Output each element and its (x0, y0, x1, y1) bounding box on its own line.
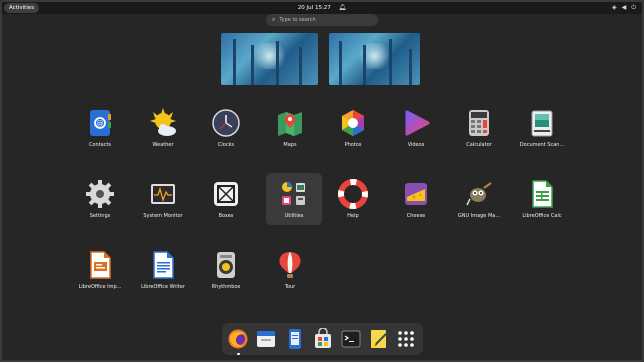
app-photos[interactable]: Photos (325, 102, 381, 154)
workspace-thumbnail-2[interactable] (329, 33, 420, 85)
maps-icon (275, 108, 305, 138)
app-weather[interactable]: Weather (135, 102, 191, 154)
dock-firefox[interactable] (227, 328, 249, 355)
notification-bell-icon: 🔔︎ (338, 4, 347, 11)
power-icon: ⏻ (631, 4, 636, 11)
calculator-icon (464, 108, 494, 138)
system-monitor-icon (148, 179, 178, 209)
app-clocks[interactable]: Clocks (198, 102, 254, 154)
settings-icon (85, 179, 115, 209)
notes-icon (289, 329, 301, 349)
app-calculator[interactable]: Calculator (451, 102, 507, 154)
cheese-icon (401, 179, 431, 209)
software-icon (315, 327, 331, 348)
terminal-icon (341, 330, 361, 348)
boxes-icon (211, 179, 241, 209)
dock-notes[interactable] (284, 328, 306, 350)
app-libreoffice-calc[interactable]: LibreOffice Calc (514, 173, 570, 225)
dock-show-apps[interactable] (395, 328, 417, 350)
app-settings[interactable]: Settings (72, 173, 128, 225)
search-placeholder: Type to search (279, 17, 316, 23)
rhythmbox-icon (211, 250, 241, 280)
firefox-icon (228, 329, 248, 349)
system-tray[interactable]: ◈ ◀ ⏻ (612, 4, 636, 12)
app-system-monitor[interactable]: System Monitor (135, 173, 191, 225)
app-contacts[interactable]: @ Contacts (72, 102, 128, 154)
app-document-scanner[interactable]: Document Scan... (514, 102, 570, 154)
tour-icon (275, 250, 305, 280)
app-rhythmbox[interactable]: Rhythmbox (198, 244, 254, 296)
running-indicator (236, 353, 240, 355)
app-libreoffice-writer[interactable]: LibreOffice Writer (135, 244, 191, 296)
utilities-folder-icon (279, 179, 309, 209)
dock (222, 323, 423, 355)
dock-terminal[interactable] (340, 328, 362, 350)
photos-icon (338, 108, 368, 138)
gimp-icon (464, 179, 494, 209)
text-editor-icon (371, 330, 388, 348)
contacts-icon: @ (85, 108, 115, 138)
network-icon: ◈ (612, 4, 617, 11)
libreoffice-impress-icon (85, 250, 115, 280)
videos-icon (401, 108, 431, 138)
app-videos[interactable]: Videos (388, 102, 444, 154)
app-cheese[interactable]: Cheese (388, 173, 444, 225)
app-boxes[interactable]: Boxes (198, 173, 254, 225)
app-tour[interactable]: Tour (262, 244, 318, 296)
search-icon: ⌕ (272, 16, 276, 23)
document-scanner-icon (527, 108, 557, 138)
libreoffice-writer-icon (148, 250, 178, 280)
show-apps-grid-icon (398, 331, 414, 347)
search-input[interactable]: ⌕ Type to search (266, 14, 378, 26)
weather-icon (148, 108, 178, 138)
calendar-icon (257, 331, 275, 347)
help-icon (338, 179, 368, 209)
dock-calendar[interactable] (255, 328, 277, 350)
app-maps[interactable]: Maps (262, 102, 318, 154)
libreoffice-calc-icon (527, 179, 557, 209)
top-bar: Activities 20 Jul 15:27 🔔︎ ◈ ◀ ⏻ (2, 2, 642, 14)
svg-text:@: @ (97, 120, 104, 128)
dock-software[interactable] (312, 327, 334, 350)
app-help[interactable]: Help (325, 173, 381, 225)
clock-button[interactable]: 20 Jul 15:27 🔔︎ (298, 2, 346, 14)
dock-text-editor[interactable] (368, 328, 390, 350)
volume-icon: ◀ (621, 4, 627, 11)
clock-label: 20 Jul 15:27 (297, 5, 331, 11)
app-libreoffice-impress[interactable]: LibreOffice Imp... (72, 244, 128, 296)
app-utilities-folder[interactable]: Utilities (266, 173, 322, 225)
app-gimp[interactable]: GNU Image Ma... (451, 173, 507, 225)
workspace-thumbnail-1[interactable] (221, 33, 318, 85)
clocks-icon (211, 108, 241, 138)
